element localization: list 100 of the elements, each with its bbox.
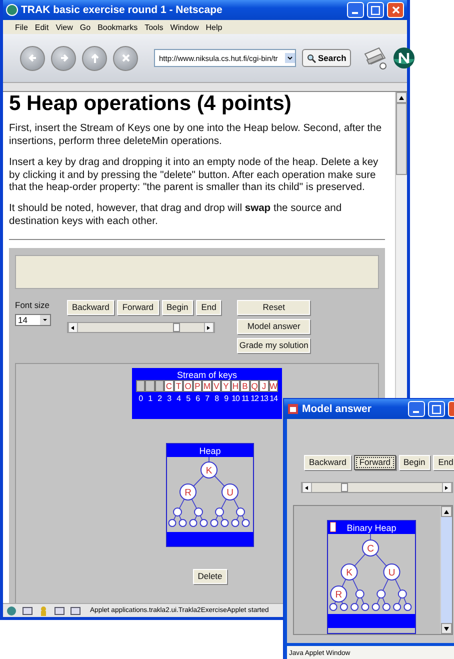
heap-node[interactable]: R bbox=[330, 586, 348, 602]
nav-button[interactable]: Forward bbox=[354, 455, 396, 470]
nav-button[interactable]: End bbox=[196, 300, 222, 316]
menu-item[interactable]: Tools bbox=[144, 22, 164, 32]
slider-thumb[interactable] bbox=[172, 323, 180, 332]
empty-node[interactable] bbox=[173, 508, 182, 517]
nav-button[interactable]: Backward bbox=[304, 455, 352, 470]
node-icon bbox=[330, 522, 336, 532]
action-button[interactable]: Model answer bbox=[237, 319, 310, 334]
home-button[interactable] bbox=[82, 46, 107, 70]
scroll-up-icon[interactable] bbox=[444, 510, 449, 514]
page-icon[interactable] bbox=[70, 606, 81, 616]
key-slot[interactable]: Y bbox=[221, 380, 231, 392]
nav-button[interactable]: End bbox=[433, 455, 454, 470]
delete-button[interactable]: Delete bbox=[192, 569, 228, 584]
browser-logo-icon bbox=[6, 4, 18, 16]
scroll-up-icon[interactable] bbox=[399, 96, 404, 100]
search-icon bbox=[307, 54, 316, 62]
close-button[interactable] bbox=[448, 401, 454, 417]
empty-node[interactable] bbox=[393, 603, 402, 611]
key-slot[interactable]: M bbox=[202, 380, 212, 392]
slider-thumb[interactable] bbox=[340, 483, 348, 492]
menu-item[interactable]: Window bbox=[170, 22, 199, 32]
back-button[interactable] bbox=[20, 46, 45, 70]
nav-button[interactable]: Forward bbox=[117, 300, 159, 316]
empty-node[interactable] bbox=[200, 519, 208, 528]
back-arrow-icon bbox=[26, 52, 38, 64]
step-slider[interactable] bbox=[301, 482, 453, 493]
empty-node[interactable] bbox=[376, 590, 386, 598]
left-arrow-icon[interactable] bbox=[305, 486, 309, 490]
menu-item[interactable]: Go bbox=[80, 22, 91, 32]
empty-node[interactable] bbox=[178, 519, 187, 528]
empty-node[interactable] bbox=[231, 519, 240, 528]
empty-node[interactable] bbox=[329, 603, 338, 611]
dropdown-icon[interactable] bbox=[40, 315, 50, 326]
search-button[interactable]: Search bbox=[302, 49, 352, 67]
paragraph: Insert a key by drag and dropping it into an empty node of the heap. Delete a key by clicking it and by pressing the "delete" button. After each operation make sure that the heap-order property: "the parent is smaller than its child" is preserved. bbox=[9, 156, 380, 196]
empty-node[interactable] bbox=[355, 590, 364, 598]
x-icon bbox=[120, 52, 132, 64]
empty-node[interactable] bbox=[372, 603, 380, 611]
key-slot[interactable]: B bbox=[240, 380, 250, 392]
stop-button[interactable] bbox=[113, 46, 138, 70]
heap-node[interactable]: K bbox=[340, 564, 358, 580]
slot-index: 0 bbox=[138, 394, 144, 404]
heap-node[interactable]: U bbox=[383, 564, 400, 580]
heap-title: Binary Heap bbox=[328, 521, 415, 534]
left-arrow-icon[interactable] bbox=[71, 326, 75, 330]
empty-node[interactable] bbox=[398, 590, 407, 598]
empty-node[interactable] bbox=[168, 519, 176, 528]
heap-node[interactable]: U bbox=[222, 484, 238, 501]
key-slot[interactable]: O bbox=[183, 380, 193, 392]
nav-button[interactable]: Begin bbox=[162, 300, 194, 316]
empty-node[interactable] bbox=[236, 508, 245, 517]
empty-node[interactable] bbox=[220, 519, 229, 528]
empty-node[interactable] bbox=[361, 603, 370, 611]
empty-node[interactable] bbox=[350, 603, 359, 611]
scroll-down-icon[interactable] bbox=[444, 626, 449, 630]
menu-item[interactable]: Help bbox=[206, 22, 222, 32]
slot-index: 10 bbox=[230, 394, 240, 404]
menu-item[interactable]: File bbox=[15, 22, 28, 32]
empty-node[interactable] bbox=[382, 603, 390, 611]
heap-node[interactable]: C bbox=[362, 540, 379, 556]
tree-edge bbox=[370, 534, 371, 540]
dropdown-icon[interactable] bbox=[285, 53, 295, 63]
heap-title: Heap bbox=[167, 444, 253, 458]
font-size-select[interactable]: 14 bbox=[15, 314, 51, 326]
close-button[interactable] bbox=[387, 2, 404, 18]
slot-index: 1 bbox=[147, 394, 154, 404]
minimize-button[interactable] bbox=[408, 401, 425, 417]
minimize-button[interactable] bbox=[347, 2, 364, 18]
nav-button[interactable]: Backward bbox=[67, 300, 114, 316]
panel-scrollbar[interactable] bbox=[440, 506, 452, 634]
key-slot[interactable]: C bbox=[164, 380, 174, 392]
heap-node[interactable]: R bbox=[180, 484, 196, 501]
action-button[interactable]: Grade my solution bbox=[237, 338, 310, 354]
right-arrow-icon[interactable] bbox=[207, 326, 211, 330]
action-button[interactable]: Reset bbox=[237, 300, 310, 316]
slot-index: 7 bbox=[204, 394, 210, 404]
close-icon bbox=[392, 6, 400, 14]
nav-button[interactable]: Begin bbox=[398, 455, 430, 470]
empty-node[interactable] bbox=[242, 519, 250, 528]
scrollbar-thumb[interactable] bbox=[396, 103, 407, 175]
forward-button[interactable] bbox=[51, 46, 76, 70]
right-arrow-icon[interactable] bbox=[445, 486, 449, 490]
empty-node[interactable] bbox=[189, 519, 198, 528]
empty-node[interactable] bbox=[215, 508, 224, 517]
step-slider[interactable] bbox=[67, 322, 215, 334]
menu-item[interactable]: Bookmarks bbox=[98, 22, 138, 32]
maximize-button[interactable] bbox=[367, 2, 384, 18]
empty-node[interactable] bbox=[210, 519, 218, 528]
empty-node[interactable] bbox=[340, 603, 348, 611]
empty-node[interactable] bbox=[194, 508, 203, 517]
key-slot[interactable] bbox=[136, 380, 146, 392]
menu-item[interactable]: Edit bbox=[34, 22, 49, 32]
empty-node[interactable] bbox=[404, 603, 412, 611]
menu-item[interactable]: View bbox=[56, 22, 73, 32]
maximize-button[interactable] bbox=[428, 401, 445, 417]
heap-node[interactable]: K bbox=[200, 462, 218, 479]
key-slot[interactable]: J bbox=[259, 380, 269, 392]
key-slot[interactable] bbox=[145, 380, 155, 392]
